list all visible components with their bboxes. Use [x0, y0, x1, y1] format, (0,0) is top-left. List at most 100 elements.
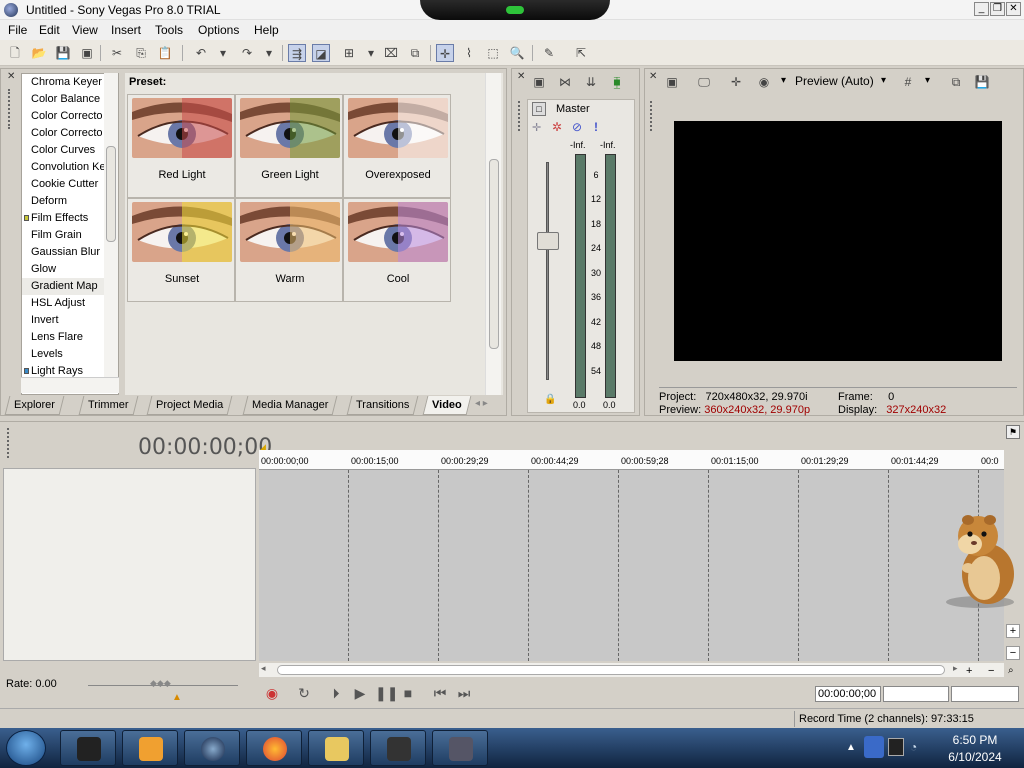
- zoom-out-horizontal-icon[interactable]: −: [988, 665, 994, 677]
- taskbar-app-vegas[interactable]: [370, 730, 426, 766]
- preview-quality-dropdown-arrow-icon[interactable]: ▾: [781, 75, 786, 86]
- overlays-icon[interactable]: #: [899, 73, 917, 91]
- pane-grip[interactable]: [650, 101, 653, 131]
- menu-insert[interactable]: Insert: [111, 23, 141, 37]
- start-button[interactable]: [6, 730, 46, 766]
- mixer-properties-icon[interactable]: ▣: [530, 73, 548, 91]
- fx-list-vertical-scrollbar[interactable]: [104, 73, 118, 379]
- selection-length-field[interactable]: [951, 686, 1019, 702]
- tab-transitions[interactable]: Transitions: [346, 396, 419, 415]
- cut-icon[interactable]: ✂: [108, 44, 126, 62]
- properties-icon[interactable]: ▣: [78, 44, 96, 62]
- tab-video-fx[interactable]: Video: [422, 396, 472, 415]
- zoom-in-vertical-button[interactable]: +: [1006, 624, 1020, 638]
- track-area[interactable]: [259, 470, 1004, 661]
- preset-tile[interactable]: Green Light: [235, 94, 343, 198]
- rate-slider-knob-icon[interactable]: ◆◆◆: [150, 678, 171, 689]
- tab-scroll-arrows-icon[interactable]: ◂ ▸: [475, 398, 488, 409]
- taskbar-clock[interactable]: 6:50 PM 6/10/2024: [930, 732, 1020, 766]
- save-snapshot-icon[interactable]: 💾: [973, 73, 991, 91]
- pause-icon[interactable]: ❚❚: [375, 684, 398, 702]
- save-icon[interactable]: 💾: [54, 44, 72, 62]
- copy-icon[interactable]: ⎘: [132, 44, 150, 62]
- overlays-dropdown-icon[interactable]: ▾: [925, 75, 930, 86]
- redo-icon[interactable]: ↷: [238, 44, 256, 62]
- master-fader-track[interactable]: [546, 162, 549, 380]
- split-screen-icon[interactable]: ◉: [755, 73, 773, 91]
- menu-help[interactable]: Help: [254, 23, 279, 37]
- tab-explorer[interactable]: Explorer: [4, 396, 65, 415]
- auto-crossfade-icon[interactable]: ◪: [312, 44, 330, 62]
- zoom-tool-icon[interactable]: ⌕: [1008, 665, 1014, 676]
- preview-quality-dropdown[interactable]: Preview (Auto): [795, 74, 874, 88]
- stop-icon[interactable]: ■: [399, 684, 417, 702]
- selection-tool-icon[interactable]: ⬚: [484, 44, 502, 62]
- tray-monitor-icon[interactable]: [888, 738, 904, 756]
- preview-properties-icon[interactable]: ▣: [663, 73, 681, 91]
- master-settings-icon[interactable]: ✲: [552, 120, 562, 134]
- taskbar-app-explorer[interactable]: [308, 730, 364, 766]
- whats-this-help-icon[interactable]: ⇱: [572, 44, 590, 62]
- bus-fx-icon[interactable]: ✛: [532, 121, 541, 134]
- preview-quality-arrow-icon[interactable]: ▾: [881, 75, 886, 86]
- zoom-tool-icon[interactable]: 🔍: [508, 44, 526, 62]
- preset-tile[interactable]: Red Light: [127, 94, 235, 198]
- zoom-in-horizontal-icon[interactable]: +: [966, 665, 972, 677]
- new-icon[interactable]: 🗋: [6, 44, 24, 62]
- preview-fx-icon[interactable]: ✛: [727, 73, 745, 91]
- preset-vertical-scrollbar[interactable]: [485, 73, 501, 395]
- go-to-end-icon[interactable]: ⏭: [455, 684, 473, 702]
- taskbar-app-media-player[interactable]: [122, 730, 178, 766]
- insert-bus-icon[interactable]: ⧯: [608, 73, 626, 91]
- mute-icon[interactable]: ⊘: [572, 120, 582, 134]
- undo-dropdown-icon[interactable]: ▾: [214, 44, 232, 62]
- render-icon[interactable]: ✎: [540, 44, 558, 62]
- copy-snapshot-icon[interactable]: ⧉: [947, 73, 965, 91]
- zoom-out-vertical-button[interactable]: −: [1006, 646, 1020, 660]
- timeline-horizontal-scrollbar[interactable]: ◂ ▸: [259, 663, 1004, 677]
- menu-tools[interactable]: Tools: [155, 23, 183, 37]
- selection-start-field[interactable]: [883, 686, 949, 702]
- snapping-dropdown-icon[interactable]: ▾: [362, 44, 380, 62]
- video-preview-screen[interactable]: [674, 121, 1002, 361]
- tab-project-media[interactable]: Project Media: [146, 396, 233, 415]
- redo-dropdown-icon[interactable]: ▾: [260, 44, 278, 62]
- go-to-start-icon[interactable]: ⏮: [431, 684, 449, 702]
- master-fx-icon[interactable]: □: [532, 102, 546, 116]
- lock-envelopes-icon[interactable]: ⌧: [382, 44, 400, 62]
- loop-playback-icon[interactable]: ↻: [295, 684, 313, 702]
- envelope-tool-icon[interactable]: ⌇: [460, 44, 478, 62]
- vegas-app-icon[interactable]: [4, 3, 18, 17]
- tray-app-icon[interactable]: [864, 736, 884, 758]
- tab-media-manager[interactable]: Media Manager: [242, 396, 338, 415]
- downmix-icon[interactable]: ⋈: [556, 73, 574, 91]
- taskbar-app-firefox[interactable]: [246, 730, 302, 766]
- record-icon[interactable]: ◉: [263, 684, 281, 702]
- preset-tile[interactable]: Cool: [343, 198, 451, 302]
- menu-edit[interactable]: Edit: [39, 23, 60, 37]
- dim-output-icon[interactable]: ⇊: [582, 73, 600, 91]
- undo-icon[interactable]: ↶: [192, 44, 210, 62]
- timeline-marker-button[interactable]: ⚑: [1006, 425, 1020, 439]
- taskbar-app-monitor[interactable]: [60, 730, 116, 766]
- close-pane-icon[interactable]: ✕: [649, 71, 657, 82]
- ignore-grouping-icon[interactable]: ⧉: [406, 44, 424, 62]
- close-button[interactable]: ✕: [1006, 2, 1021, 16]
- preset-tile[interactable]: Sunset: [127, 198, 235, 302]
- external-monitor-icon[interactable]: 🖵: [695, 73, 713, 91]
- close-pane-icon[interactable]: ✕: [7, 71, 15, 82]
- play-icon[interactable]: ▶: [351, 684, 369, 702]
- close-pane-icon[interactable]: ✕: [517, 71, 525, 82]
- taskbar-app-globe[interactable]: [184, 730, 240, 766]
- play-from-start-icon[interactable]: ⏵: [327, 684, 345, 702]
- show-hidden-icons-icon[interactable]: ▲: [846, 742, 856, 753]
- minimize-button[interactable]: _: [974, 2, 989, 16]
- auto-ripple-icon[interactable]: ⇶: [288, 44, 306, 62]
- time-ruler[interactable]: 00:00:00;00 00:00:15;00 00:00:29;29 00:0…: [259, 450, 1004, 470]
- fx-list-horizontal-scrollbar[interactable]: [21, 377, 119, 393]
- preset-tile[interactable]: Overexposed: [343, 94, 451, 198]
- pane-grip[interactable]: [8, 89, 11, 129]
- pane-grip[interactable]: [518, 101, 521, 131]
- restore-button[interactable]: ❐: [990, 2, 1005, 16]
- paste-icon[interactable]: 📋: [156, 44, 174, 62]
